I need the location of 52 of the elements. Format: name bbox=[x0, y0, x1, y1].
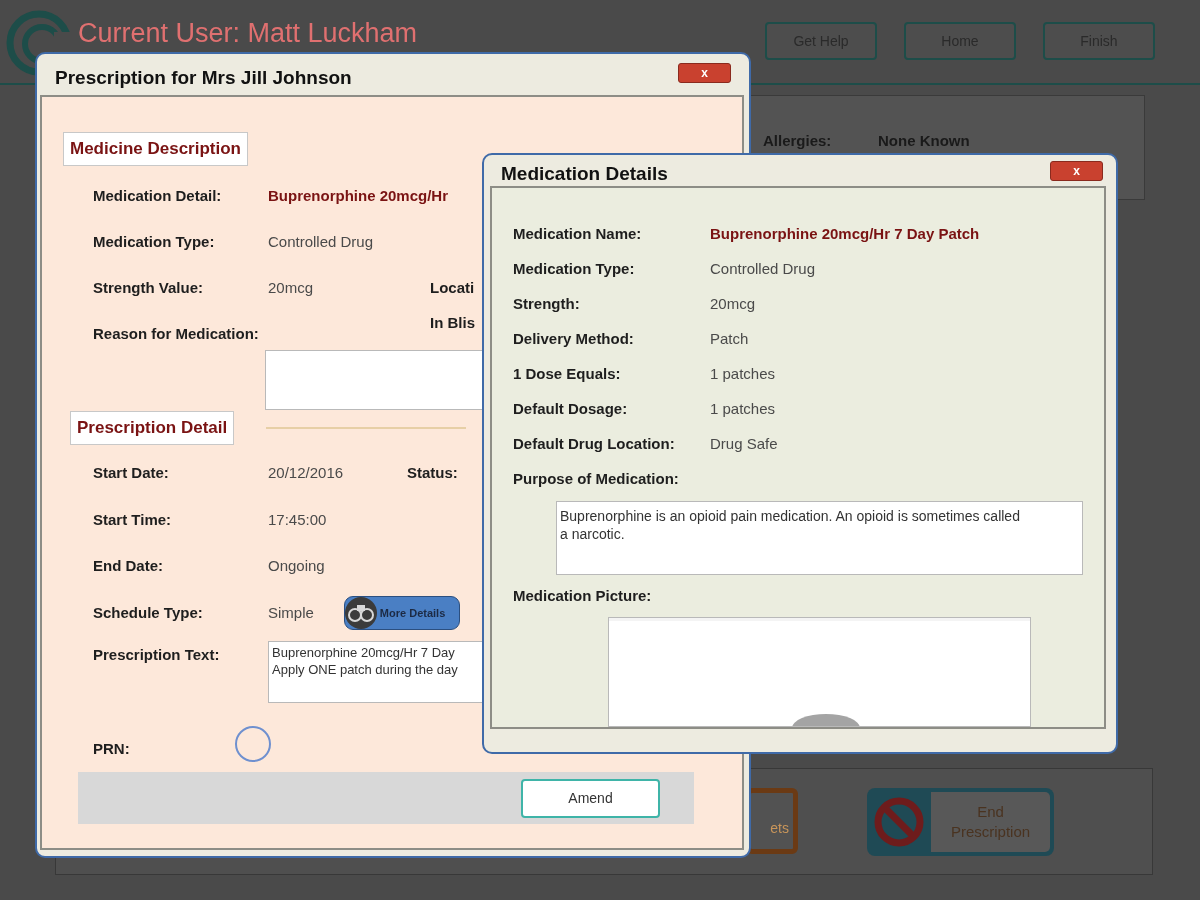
paragraph: Buprenorphine is an opioid pain medication. An opioid is sometimes called a narcotic. bbox=[560, 507, 1021, 543]
field-value: Controlled Drug bbox=[710, 259, 816, 280]
current-user-label: Current User: Matt Luckham bbox=[78, 17, 418, 49]
field-label: In Blis bbox=[430, 313, 475, 333]
close-button[interactable]: x bbox=[678, 63, 731, 83]
field-label: Default Drug Location: bbox=[513, 434, 676, 455]
allergies-value: None Known bbox=[878, 132, 970, 150]
field-value: Controlled Drug bbox=[268, 231, 374, 252]
field-label: 1 Dose Equals: bbox=[513, 364, 622, 385]
field-label: Prescription Text: bbox=[93, 645, 221, 665]
field-label: Delivery Method: bbox=[513, 329, 635, 350]
field-label: PRN: bbox=[93, 739, 130, 759]
close-button[interactable]: x bbox=[1050, 161, 1103, 181]
field-label: Medication Name: bbox=[513, 224, 643, 245]
field-label: Start Time: bbox=[93, 509, 173, 530]
field-label: Strength Value: bbox=[93, 277, 205, 298]
section-heading: Prescription Detail bbox=[70, 411, 235, 445]
no-entry-icon bbox=[873, 796, 925, 848]
section-heading: Medicine Description bbox=[63, 132, 248, 166]
allergies-label: Allergies: bbox=[763, 132, 832, 150]
field-label: Status: bbox=[407, 463, 458, 483]
field-value: 20/12/2016 bbox=[268, 463, 344, 483]
prn-radio[interactable] bbox=[235, 726, 271, 762]
field-value: Patch bbox=[710, 329, 749, 350]
field-label: Locati bbox=[430, 278, 475, 298]
purpose-text-field[interactable]: Buprenorphine is an opioid pain medication. An opioid is sometimes called a narcotic. bbox=[556, 501, 1083, 575]
field-label: Medication Type: bbox=[93, 231, 216, 252]
field-value: 20mcg bbox=[268, 277, 314, 298]
binoculars-icon bbox=[343, 595, 378, 630]
field-label: Medication Picture: bbox=[513, 585, 653, 606]
field-label: Start Date: bbox=[93, 463, 170, 483]
window-title: Prescription for Mrs Jill Johnson bbox=[55, 66, 352, 90]
field-value: 1 patches bbox=[710, 364, 776, 385]
amend-button[interactable]: Amend bbox=[521, 778, 660, 818]
field-value: Ongoing bbox=[268, 556, 325, 576]
field-label: Reason for Medication: bbox=[93, 323, 260, 344]
field-label: Medication Detail: bbox=[93, 185, 223, 206]
field-value: 20mcg bbox=[710, 294, 756, 315]
field-label: Strength: bbox=[513, 294, 581, 315]
field-value: Simple bbox=[268, 602, 314, 623]
field-value: Buprenorphine 20mcg/Hr bbox=[268, 185, 449, 206]
field-value: Buprenorphine 20mcg/Hr 7 Day Patch bbox=[710, 224, 980, 245]
field-label: Medication Type: bbox=[513, 259, 636, 280]
field-value: 17:45:00 bbox=[268, 509, 327, 530]
field-label: Purpose of Medication: bbox=[513, 469, 680, 490]
more-details-button[interactable]: More Details bbox=[343, 595, 460, 630]
field-value: 1 patches bbox=[710, 399, 776, 420]
field-value: Drug Safe bbox=[710, 434, 778, 455]
field-label: Default Dosage: bbox=[513, 399, 629, 420]
field-label: End Date: bbox=[93, 556, 164, 576]
field-label: Schedule Type: bbox=[93, 602, 204, 623]
window-title: Medication Details bbox=[501, 162, 668, 186]
